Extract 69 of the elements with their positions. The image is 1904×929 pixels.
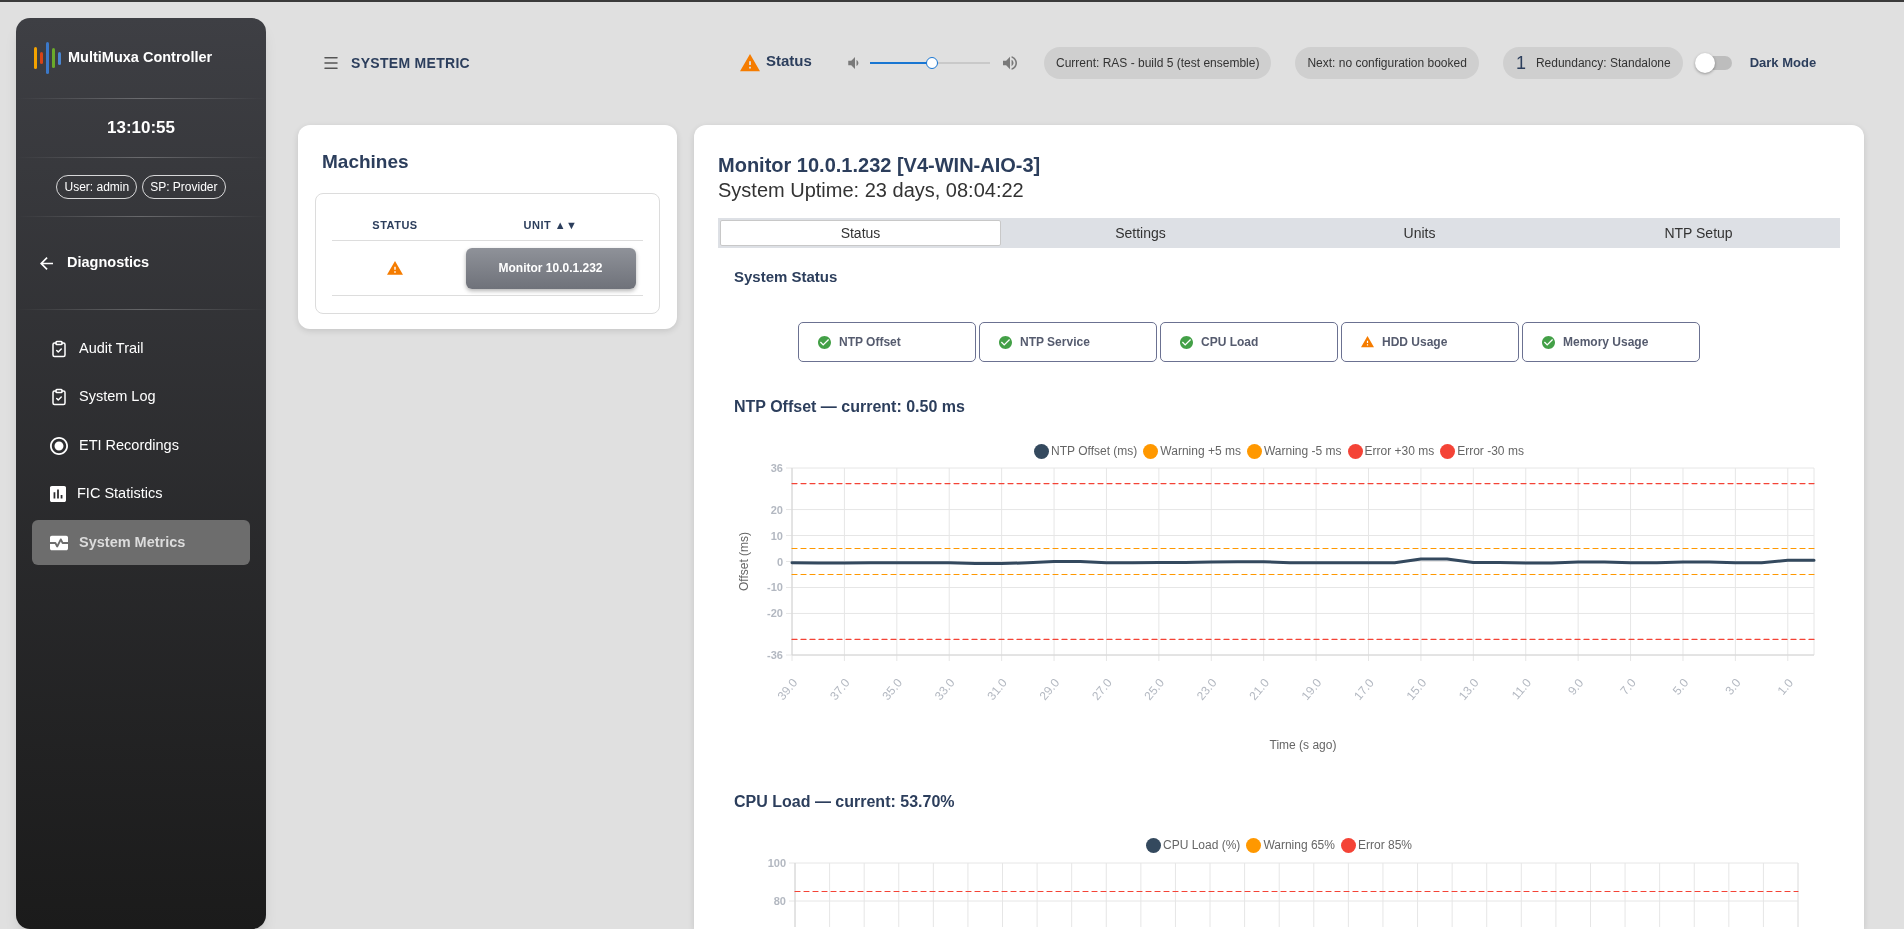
axis-tick-label: -20 [767, 607, 783, 620]
tab[interactable]: NTP Setup [1559, 220, 1838, 246]
monitor-title: Monitor 10.0.1.232 [V4-WIN-AIO-3] [718, 153, 1042, 177]
sidebar-item[interactable]: FIC Statistics [32, 471, 250, 517]
status-chip[interactable]: NTP Offset [798, 322, 976, 362]
brand-name: MultiMuxa Controller [68, 48, 213, 68]
legend-label[interactable]: Error -30 ms [1457, 442, 1524, 460]
tab[interactable]: Settings [1001, 220, 1280, 246]
status-chip[interactable]: NTP Service [979, 322, 1157, 362]
axis-tick-label: -10 [767, 581, 783, 594]
legend-label[interactable]: Warning -5 ms [1263, 442, 1342, 460]
radio-button-icon [50, 436, 68, 455]
legend-label[interactable]: Warning +5 ms [1160, 442, 1241, 460]
uptime-text: System Uptime: 23 days, 08:04:22 [718, 178, 1025, 203]
status-chip[interactable]: Memory Usage [1522, 322, 1700, 362]
tab[interactable]: Units [1280, 220, 1559, 246]
status-chip[interactable]: HDD Usage [1341, 322, 1519, 362]
chart-title: NTP Offset — current: 0.50 ms [734, 397, 966, 417]
legend-label[interactable]: CPU Load (%) [1163, 836, 1241, 854]
axis-tick-label: 9.0 [1565, 675, 1587, 698]
axis-tick-label: 3.0 [1722, 675, 1744, 698]
legend-label[interactable]: Warning 65% [1263, 836, 1335, 854]
logo-icon [33, 41, 62, 75]
section-title: System Status [734, 267, 839, 287]
sidebar-item[interactable]: System Log [32, 374, 250, 420]
page-title: SYSTEM METRIC [351, 53, 471, 73]
dark-mode-label: Dark Mode [1749, 54, 1817, 73]
sidebar-item[interactable]: ETI Recordings [32, 423, 250, 468]
bar-chart-icon [50, 486, 66, 502]
axis-tick-label: 36 [770, 462, 783, 474]
menu-icon[interactable] [322, 54, 340, 72]
chart-title: CPU Load — current: 53.70% [734, 792, 956, 812]
tab[interactable]: Status [720, 220, 1001, 246]
redundancy-label: Redundancy: Standalone [1535, 55, 1671, 72]
axis-title: Time (s ago) [1269, 738, 1337, 752]
clipboard-check-icon [50, 388, 68, 406]
legend-label[interactable]: Error 85% [1357, 836, 1412, 854]
legend-label[interactable]: NTP Offset (ms) [1051, 442, 1138, 460]
axis-tick-label: 1.0 [1774, 675, 1797, 698]
axis-title: Offset (ms) [737, 531, 751, 592]
axis-tick-label: 7.0 [1617, 675, 1639, 698]
info-pill: Current: RAS - build 5 (test ensemble) [1044, 47, 1272, 79]
clock-time: 13:10:55 [106, 117, 176, 140]
volume-high-icon[interactable] [1003, 56, 1017, 70]
back-arrow-icon[interactable] [40, 256, 53, 270]
axis-tick-label: 5.0 [1669, 675, 1692, 698]
axis-tick-label: -36 [767, 649, 783, 661]
slider-thumb[interactable] [926, 57, 939, 69]
legend-label[interactable]: Error +30 ms [1364, 442, 1435, 460]
redundancy-count: 1 [1515, 51, 1526, 75]
status-label: Status [766, 50, 812, 71]
volume-low-icon[interactable] [848, 57, 859, 69]
info-pill: Next: no configuration booked [1295, 47, 1479, 79]
axis-tick-label: 100 [767, 857, 786, 869]
heart-monitor-icon [50, 534, 68, 551]
axis-tick-label: 0 [776, 555, 783, 568]
card-title: Machines [321, 150, 410, 174]
sidebar-item[interactable]: System Metrics [32, 520, 250, 565]
unit-button[interactable]: Monitor 10.0.1.232 [465, 247, 636, 289]
section-heading: Diagnostics [67, 253, 150, 273]
column-header[interactable]: UNIT ▲▼ [523, 216, 578, 234]
clipboard-check-icon [50, 339, 68, 358]
axis-tick-label: 20 [770, 503, 783, 516]
sidebar-item[interactable]: Audit Trail [32, 326, 250, 371]
column-header: STATUS [372, 217, 418, 233]
status-chip[interactable]: CPU Load [1160, 322, 1338, 362]
volume-slider[interactable] [870, 57, 990, 69]
axis-tick-label: 10 [770, 529, 783, 542]
axis-tick-label: 80 [773, 895, 786, 907]
